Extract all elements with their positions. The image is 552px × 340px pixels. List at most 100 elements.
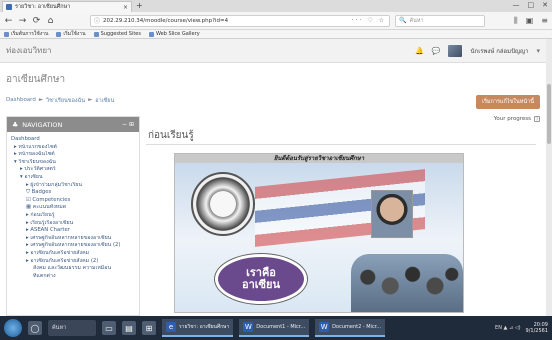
navigation-header: ♣ NAVIGATION − ⊞ — [7, 117, 139, 132]
site-header: ท่องเอบวิทยา 🔔 💬 นักเรพงษ์ กล่อมปัญญา ▾ — [0, 39, 546, 63]
sidebar-icon[interactable]: ▣ — [526, 16, 534, 26]
teacher-photo — [371, 190, 413, 238]
back-icon[interactable]: ← — [4, 16, 13, 26]
nav-item-site-home[interactable]: ▸ หน้าแรกของไซต์ — [11, 144, 135, 152]
user-name[interactable]: นักเรพงษ์ กล่อมปัญญา — [470, 46, 528, 56]
search-input[interactable]: ค้นหา — [409, 17, 423, 25]
windows-taskbar: ◯ ค้นหา ▭ ▤ ⊞ e รายวิชา: อาเซียนศึกษา W … — [0, 316, 552, 340]
breadcrumb-separator-icon: ► — [88, 97, 93, 103]
bookmark-item[interactable]: Suggested Sites — [93, 31, 141, 37]
home-icon[interactable]: ⌂ — [46, 16, 55, 26]
new-tab-button[interactable]: + — [136, 1, 143, 10]
moodle-favicon-icon — [6, 4, 12, 10]
start-button[interactable] — [4, 319, 22, 337]
tray-icons[interactable]: EN ▲ ⊿ ◁) — [495, 325, 521, 331]
course-progress: Your progress ? — [494, 116, 540, 122]
taskbar-search[interactable]: ค้นหา — [48, 320, 96, 336]
nav-item-section[interactable]: ▸ เศรษฐกิจอันหลากหลายของอาเซียน (2) — [11, 242, 135, 250]
scrollbar-thumb[interactable] — [547, 84, 551, 144]
url-text[interactable]: 202.29.210.34/moodle/course/view.php?id=… — [103, 18, 349, 24]
nav-item-section[interactable]: ▸ เศรษฐกิจอันหลากหลายของอาเซียน — [11, 235, 135, 243]
nav-item-section[interactable]: ▸ ASEAN Charter — [11, 227, 135, 235]
file-explorer-icon[interactable]: ▤ — [122, 321, 136, 335]
taskbar-app-browser[interactable]: e รายวิชา: อาเซียนศึกษา — [162, 319, 234, 337]
breadcrumb-my-courses[interactable]: วิชาเรียนของฉัน — [46, 97, 85, 105]
bookmark-item[interactable]: เริ่มต้นการใช้งาน — [4, 30, 48, 38]
toolbar-right: ⫼ ▣ ≡ — [514, 16, 548, 26]
user-menu-area: 🔔 💬 นักเรพงษ์ กล่อมปัญญา ▾ — [415, 44, 540, 57]
nav-item-my-courses[interactable]: ▾ วิชาเรียนของฉัน — [11, 159, 135, 167]
breadcrumb: Dashboard ► วิชาเรียนของฉัน ► อาเซียน — [6, 97, 114, 105]
nav-item-asean[interactable]: ▾ อาเซียน — [11, 174, 135, 182]
bookmark-item[interactable]: เริ่มใช้งาน — [56, 30, 86, 38]
notification-icon[interactable]: 🔔 — [415, 47, 424, 55]
minimize-icon[interactable]: — — [513, 1, 520, 9]
window-controls: — □ ✕ — [513, 1, 549, 9]
section-title: ก่อนเรียนรู้ — [148, 130, 194, 141]
taskbar-app-word-1[interactable]: W Document1 - Micr... — [239, 319, 310, 337]
avatar[interactable] — [448, 44, 463, 57]
site-name[interactable]: ท่องเอบวิทยา — [6, 44, 52, 57]
menu-icon[interactable]: ≡ — [541, 16, 548, 26]
nav-item-grades[interactable]: ▦ คะแนนทั้งหมด — [11, 204, 135, 212]
navigation-title: NAVIGATION — [22, 120, 63, 129]
main-content: Your progress ? ก่อนเรียนรู้ ยินดีต้อนรั… — [146, 116, 540, 316]
info-icon[interactable]: ⓘ — [94, 16, 100, 25]
nav-item-section[interactable]: ▸ ก่อนเรียนรู้ — [11, 212, 135, 220]
tab-course[interactable]: รายวิชา: อาเซียนศึกษา × — [2, 1, 132, 12]
nav-item-section[interactable]: ▸ เรียนรู้เรื่องอาเซียน — [11, 220, 135, 228]
nav-item-history[interactable]: ▸ ประวัติศาสตร์ — [11, 166, 135, 174]
search-bar[interactable]: 🔍 ค้นหา — [395, 14, 485, 27]
url-bar[interactable]: ⓘ 202.29.210.34/moodle/course/view.php?i… — [90, 14, 390, 27]
store-icon[interactable]: ⊞ — [142, 321, 156, 335]
progress-label: Your progress — [493, 116, 531, 122]
system-tray: EN ▲ ⊿ ◁) 20:09 9/1/2561 — [495, 322, 548, 334]
nav-item-section-continued[interactable]: ที่แตกต่าง — [11, 273, 135, 281]
firefox-icon — [56, 31, 62, 37]
word-icon: W — [243, 322, 254, 332]
nav-item-section[interactable]: ▸ อาเซียนกับเครือข่ายสังคม (2) — [11, 258, 135, 266]
ie-icon — [93, 31, 99, 37]
nav-item-participants[interactable]: ▸ ผู้เข้าร่วมกลุ่มวิชาเรียน — [11, 182, 135, 190]
library-icon[interactable]: ⫼ — [514, 16, 518, 26]
navigation-tree: Dashboard ▸ หน้าแรกของไซต์ ▸ หน้าของฉันไ… — [7, 132, 139, 284]
page-actions-icons[interactable]: ··· ♡ ☆ — [352, 17, 386, 24]
breadcrumb-dashboard[interactable]: Dashboard — [6, 97, 36, 105]
task-view-icon[interactable]: ▭ — [102, 321, 116, 335]
close-window-icon[interactable]: ✕ — [542, 1, 548, 9]
banner-caption: ยินดีต้อนรับสู่รายวิชาอาเซียนศึกษา — [175, 154, 463, 163]
bookmark-item[interactable]: Web Slice Gallery — [148, 31, 200, 37]
course-banner-image: ยินดีต้อนรับสู่รายวิชาอาเซียนศึกษา เราคื… — [174, 153, 464, 313]
students-group-photo — [351, 254, 463, 312]
browser-tab-bar: รายวิชา: อาเซียนศึกษา × + — □ ✕ — [0, 0, 552, 12]
taskbar-app-word-2[interactable]: W Document2 - Micr... — [315, 319, 386, 337]
maximize-icon[interactable]: □ — [528, 1, 535, 9]
messages-icon[interactable]: 💬 — [432, 47, 441, 55]
nav-item-section[interactable]: สังคม และวัฒนธรรม ความเหมือน — [11, 265, 135, 273]
word-icon: W — [319, 322, 330, 332]
reload-icon[interactable]: ⟳ — [32, 16, 41, 26]
navigation-icon: ♣ — [12, 120, 19, 129]
chevron-down-icon[interactable]: ▾ — [536, 47, 540, 55]
navigation-block: ♣ NAVIGATION − ⊞ Dashboard ▸ หน้าแรกของไ… — [6, 116, 140, 316]
gear-icon — [4, 31, 9, 37]
help-icon[interactable]: ? — [534, 116, 540, 122]
breadcrumb-separator-icon: ► — [38, 97, 44, 103]
browser-icon: e — [166, 322, 176, 332]
nav-item-site-pages[interactable]: ▸ หน้าของฉันไซต์ — [11, 151, 135, 159]
turn-editing-on-button[interactable]: เริ่มการแก้ไขในหน้านี้ — [476, 95, 540, 109]
cortana-icon[interactable]: ◯ — [28, 321, 42, 335]
ie-icon — [148, 31, 154, 37]
nav-item-section[interactable]: ▸ อาเซียนกับเครือข่ายสังคม — [11, 250, 135, 258]
block-controls-icon[interactable]: − ⊞ — [122, 121, 134, 128]
breadcrumb-course[interactable]: อาเซียน — [95, 97, 114, 105]
forward-icon[interactable]: → — [18, 16, 27, 26]
nav-item-dashboard[interactable]: Dashboard — [11, 136, 135, 144]
close-tab-icon[interactable]: × — [123, 4, 128, 11]
moodle-page: ท่องเอบวิทยา 🔔 💬 นักเรพงษ์ กล่อมปัญญา ▾ … — [0, 39, 546, 316]
nav-item-competencies[interactable]: ☑ Competencies — [11, 197, 135, 205]
page-scrollbar[interactable] — [546, 39, 552, 316]
clock[interactable]: 20:09 9/1/2561 — [526, 322, 548, 334]
tab-title: รายวิชา: อาเซียนศึกษา — [15, 4, 71, 10]
nav-item-badges[interactable]: ⛉ Badges — [11, 189, 135, 197]
